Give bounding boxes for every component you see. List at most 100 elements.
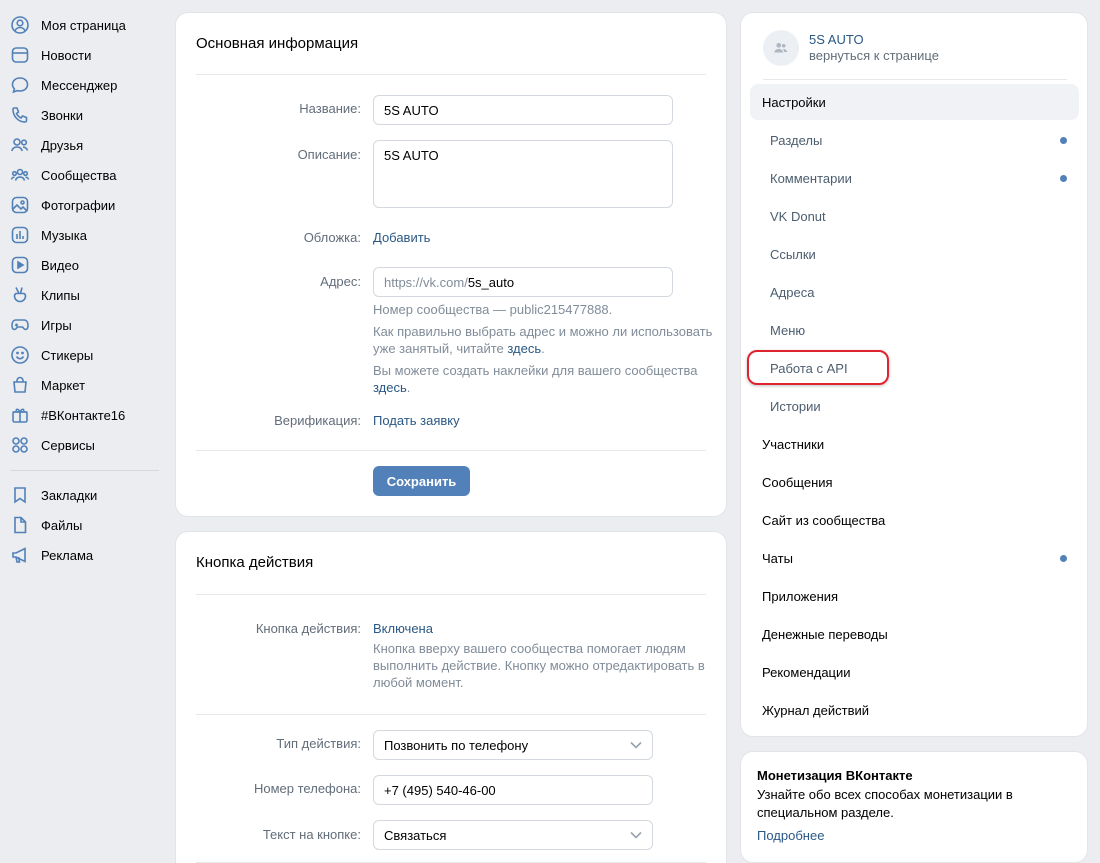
- cover-label: Обложка:: [303, 230, 361, 245]
- menu-item-label: Приложения: [762, 588, 839, 604]
- phone-number-label: Номер телефона:: [254, 781, 361, 796]
- address-value: 5s_auto: [467, 274, 515, 290]
- menu-item-apps[interactable]: Приложения: [750, 578, 1079, 614]
- main-info-card: Основная информация Название: 5S AUTO Оп…: [176, 13, 726, 516]
- group-header[interactable]: 5S AUTO вернуться к странице: [763, 30, 939, 66]
- verification-apply-link[interactable]: Подать заявку: [373, 413, 460, 428]
- nav-label: Сервисы: [41, 437, 95, 453]
- action-button-label: Кнопка действия:: [255, 621, 361, 636]
- group-avatar[interactable]: [763, 30, 799, 66]
- menu-item-label: Сообщения: [762, 474, 833, 490]
- menu-item-members[interactable]: Участники: [750, 426, 1079, 462]
- monetization-more-link[interactable]: Подробнее: [757, 828, 824, 843]
- action-button-card: Кнопка действия Кнопка действия: Включен…: [176, 532, 726, 863]
- nav-label: Файлы: [41, 517, 83, 533]
- verification-label: Верификация:: [274, 413, 361, 428]
- nav-item-bookmarks[interactable]: Закладки: [0, 480, 165, 510]
- menu-item-stories[interactable]: Истории: [750, 388, 1079, 424]
- menu-item-messages[interactable]: Сообщения: [750, 464, 1079, 500]
- address-prefix: https://vk.com/: [384, 274, 468, 290]
- message-icon: [10, 75, 30, 95]
- nav-item-music[interactable]: Музыка: [0, 220, 165, 250]
- address-help-link[interactable]: здесь: [507, 341, 541, 356]
- nav-label: Видео: [41, 257, 79, 273]
- menu-item-label: Журнал действий: [762, 702, 870, 718]
- nav-item-messenger[interactable]: Мессенджер: [0, 70, 165, 100]
- nav-label: Реклама: [41, 547, 94, 563]
- nav-label: Новости: [41, 47, 92, 63]
- menu-item-label: Работа с API: [770, 360, 848, 376]
- nav-item-stickers[interactable]: Стикеры: [0, 340, 165, 370]
- menu-item-addresses[interactable]: Адреса: [750, 274, 1079, 310]
- settings-menu-card: 5S AUTO вернуться к странице Настройки Р…: [741, 13, 1087, 736]
- menu-item-api[interactable]: Работа с API: [750, 350, 1079, 386]
- nav-item-news[interactable]: Новости: [0, 40, 165, 70]
- nav-label: Мессенджер: [41, 77, 118, 93]
- back-to-page-link[interactable]: вернуться к странице: [809, 48, 939, 64]
- nav-label: Сообщества: [41, 167, 117, 183]
- menu-item-label: Сайт из сообщества: [762, 512, 886, 528]
- left-navigation: Моя страница Новости Мессенджер Звонки Д…: [0, 10, 165, 570]
- menu-item-money-transfers[interactable]: Денежные переводы: [750, 616, 1079, 652]
- nav-item-video[interactable]: Видео: [0, 250, 165, 280]
- description-textarea[interactable]: 5S AUTO: [373, 140, 673, 208]
- nav-item-files[interactable]: Файлы: [0, 510, 165, 540]
- menu-item-action-log[interactable]: Журнал действий: [750, 692, 1079, 728]
- stickers-link[interactable]: здесь: [373, 380, 407, 395]
- menu-item-links[interactable]: Ссылки: [750, 236, 1079, 272]
- menu-item-label: Чаты: [762, 550, 793, 566]
- divider: [196, 594, 706, 595]
- phone-number-value: +7 (495) 540-46-00: [384, 782, 496, 798]
- nav-item-games[interactable]: Игры: [0, 310, 165, 340]
- nav-item-communities[interactable]: Сообщества: [0, 160, 165, 190]
- menu-item-menu[interactable]: Меню: [750, 312, 1079, 348]
- menu-item-recommendations[interactable]: Рекомендации: [750, 654, 1079, 690]
- menu-item-site[interactable]: Сайт из сообщества: [750, 502, 1079, 538]
- nav-item-friends[interactable]: Друзья: [0, 130, 165, 160]
- name-input[interactable]: 5S AUTO: [373, 95, 673, 125]
- video-icon: [10, 255, 30, 275]
- menu-item-vk-donut[interactable]: VK Donut: [750, 198, 1079, 234]
- menu-item-settings[interactable]: Настройки: [750, 84, 1079, 120]
- menu-item-comments[interactable]: Комментарии: [750, 160, 1079, 196]
- group-name-link[interactable]: 5S AUTO: [809, 32, 939, 48]
- news-icon: [10, 45, 30, 65]
- nav-item-market[interactable]: Маркет: [0, 370, 165, 400]
- action-type-select[interactable]: Позвонить по телефону: [373, 730, 653, 760]
- nav-item-ads[interactable]: Реклама: [0, 540, 165, 570]
- action-button-status-link[interactable]: Включена: [373, 621, 433, 636]
- button-text-value: Связаться: [384, 827, 447, 843]
- menu-item-chats[interactable]: Чаты: [750, 540, 1079, 576]
- nav-item-vk16[interactable]: #ВКонтакте16: [0, 400, 165, 430]
- user-circle-icon: [10, 15, 30, 35]
- community-avatar-icon: [774, 42, 788, 53]
- nav-item-services[interactable]: Сервисы: [0, 430, 165, 460]
- menu-item-sections[interactable]: Разделы: [750, 122, 1079, 158]
- phone-number-input[interactable]: +7 (495) 540-46-00: [373, 775, 653, 805]
- nav-label: #ВКонтакте16: [41, 407, 126, 423]
- address-help-text: Как правильно выбрать адрес и можно ли и…: [373, 324, 713, 356]
- address-input[interactable]: https://vk.com/5s_auto: [373, 267, 673, 297]
- name-label: Название:: [299, 101, 361, 116]
- nav-item-clips[interactable]: Клипы: [0, 280, 165, 310]
- divider: [196, 450, 706, 451]
- notification-dot: [1060, 136, 1067, 144]
- menu-item-label: Комментарии: [770, 170, 852, 186]
- action-type-value: Позвонить по телефону: [384, 737, 529, 753]
- action-button-title: Кнопка действия: [196, 554, 314, 571]
- gift-icon: [10, 405, 30, 425]
- nav-item-calls[interactable]: Звонки: [0, 100, 165, 130]
- menu-item-label: Истории: [770, 398, 821, 414]
- monetization-text: Узнайте обо всех способах монетизации в …: [757, 787, 1013, 820]
- nav-item-my-page[interactable]: Моя страница: [0, 10, 165, 40]
- file-icon: [10, 515, 30, 535]
- button-text-select[interactable]: Связаться: [373, 820, 653, 850]
- gamepad-icon: [10, 315, 30, 335]
- button-text-label: Текст на кнопке:: [262, 827, 361, 842]
- chevron-down-icon: [630, 831, 642, 839]
- nav-item-photos[interactable]: Фотографии: [0, 190, 165, 220]
- cover-add-link[interactable]: Добавить: [373, 230, 430, 245]
- save-button[interactable]: Сохранить: [373, 466, 470, 496]
- monetization-card: Монетизация ВКонтакте Узнайте обо всех с…: [741, 752, 1087, 862]
- market-bag-icon: [10, 375, 30, 395]
